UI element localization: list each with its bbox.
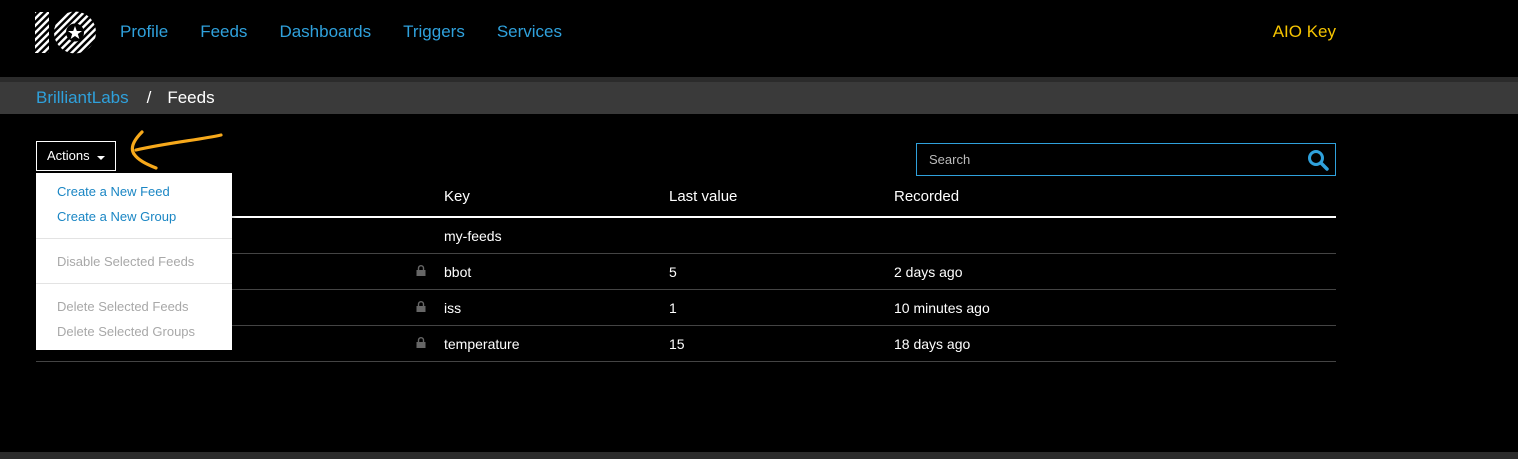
search-input[interactable] xyxy=(917,144,1297,175)
cell-last-value: 5 xyxy=(669,264,677,280)
nav-profile[interactable]: Profile xyxy=(120,22,168,42)
actions-label: Actions xyxy=(47,148,90,163)
aio-key-link[interactable]: AIO Key xyxy=(1273,22,1336,42)
main-nav: Profile Feeds Dashboards Triggers Servic… xyxy=(120,22,594,42)
cell-recorded: 18 days ago xyxy=(894,336,971,352)
lock-icon xyxy=(416,301,426,312)
actions-dropdown-menu: Create a New Feed Create a New Group Dis… xyxy=(36,173,232,350)
menu-divider xyxy=(36,238,232,239)
cell-recorded: 10 minutes ago xyxy=(894,300,990,316)
lock-icon xyxy=(416,337,426,348)
breadcrumb-current: Feeds xyxy=(167,88,215,107)
cell-last-value: 1 xyxy=(669,300,677,316)
lock-icon xyxy=(416,265,426,276)
footer-divider xyxy=(0,452,1518,459)
header-last-value[interactable]: Last value xyxy=(669,188,737,205)
nav-services[interactable]: Services xyxy=(497,22,562,42)
breadcrumb-parent[interactable]: BrilliantLabs xyxy=(36,88,129,107)
breadcrumb-bar: BrilliantLabs / Feeds xyxy=(0,82,1518,114)
nav-triggers[interactable]: Triggers xyxy=(403,22,465,42)
menu-delete-groups[interactable]: Delete Selected Groups xyxy=(57,324,195,340)
caret-down-icon xyxy=(97,156,105,160)
cell-key[interactable]: bbot xyxy=(444,264,471,280)
top-nav-bar: Profile Feeds Dashboards Triggers Servic… xyxy=(0,0,1518,77)
menu-delete-feeds[interactable]: Delete Selected Feeds xyxy=(57,299,189,315)
actions-dropdown-button[interactable]: Actions xyxy=(36,141,116,171)
io-logo-icon[interactable] xyxy=(35,10,97,55)
search-icon[interactable] xyxy=(1307,149,1329,171)
header-key[interactable]: Key xyxy=(444,188,470,205)
menu-divider xyxy=(36,283,232,284)
cell-recorded: 2 days ago xyxy=(894,264,963,280)
menu-create-group[interactable]: Create a New Group xyxy=(57,209,176,225)
breadcrumb-separator: / xyxy=(146,88,152,107)
menu-create-feed[interactable]: Create a New Feed xyxy=(57,184,170,200)
cell-key[interactable]: iss xyxy=(444,300,461,316)
cell-key[interactable]: my-feeds xyxy=(444,228,502,244)
breadcrumb: BrilliantLabs / Feeds xyxy=(36,88,215,108)
cell-key[interactable]: temperature xyxy=(444,336,519,352)
annotation-arrow xyxy=(130,130,223,170)
menu-disable-feeds[interactable]: Disable Selected Feeds xyxy=(57,254,194,270)
search-box xyxy=(916,143,1336,176)
nav-dashboards[interactable]: Dashboards xyxy=(279,22,371,42)
cell-last-value: 15 xyxy=(669,336,685,352)
header-recorded[interactable]: Recorded xyxy=(894,188,959,205)
nav-feeds[interactable]: Feeds xyxy=(200,22,247,42)
